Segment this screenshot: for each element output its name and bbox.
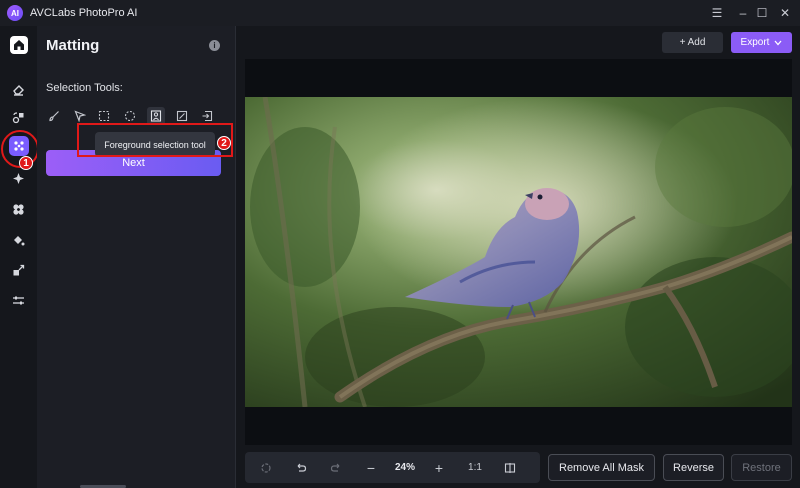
selection-tools-label: Selection Tools:	[46, 82, 123, 94]
tool-rail	[0, 26, 37, 488]
reset-icon[interactable]	[256, 452, 276, 483]
brush-icon[interactable]	[45, 107, 63, 125]
info-icon[interactable]: i	[209, 40, 220, 51]
annotation-rect-2	[77, 123, 233, 157]
home-icon[interactable]	[10, 36, 28, 54]
adjust-icon[interactable]	[9, 291, 27, 309]
chevron-down-icon	[774, 40, 782, 45]
bird-photo	[245, 97, 792, 407]
enhance-icon[interactable]	[9, 169, 27, 187]
zoom-level: 24%	[394, 462, 415, 473]
app-logo: AI	[7, 5, 23, 21]
eraser-icon[interactable]	[9, 80, 27, 98]
zoom-in-button[interactable]: +	[430, 452, 448, 483]
add-button[interactable]: + Add	[662, 32, 723, 53]
compare-icon[interactable]	[500, 452, 520, 483]
redo-icon[interactable]	[326, 452, 346, 483]
title-bar: AI AVCLabs PhotoPro AI ☰ – ☐ ✕	[0, 0, 800, 26]
matting-panel: Matting i Selection Tools: Next	[37, 26, 235, 488]
panel-divider	[235, 26, 236, 488]
photo-canvas[interactable]	[245, 97, 792, 407]
reverse-button[interactable]: Reverse	[663, 454, 724, 481]
annotation-badge-1: 1	[19, 156, 33, 170]
fill-icon[interactable]	[9, 231, 27, 249]
actual-size-button[interactable]: 1:1	[464, 452, 486, 483]
replace-icon[interactable]	[9, 108, 27, 126]
colorize-icon[interactable]	[9, 200, 27, 218]
restore-button[interactable]: Restore	[731, 454, 792, 481]
zoom-out-button[interactable]: −	[362, 452, 380, 483]
menu-icon[interactable]: ☰	[708, 4, 726, 22]
app-window: AI AVCLabs PhotoPro AI ☰ – ☐ ✕ 1 Matting…	[0, 0, 800, 488]
close-icon[interactable]: ✕	[776, 4, 794, 22]
minimize-icon[interactable]: –	[734, 4, 752, 22]
app-title: AVCLabs PhotoPro AI	[30, 7, 138, 19]
annotation-badge-2: 2	[217, 136, 231, 150]
export-label: Export	[740, 37, 770, 48]
crop-icon[interactable]	[9, 261, 27, 279]
export-button[interactable]: Export	[731, 32, 792, 53]
panel-title: Matting	[46, 37, 100, 54]
maximize-icon[interactable]: ☐	[753, 4, 771, 22]
undo-icon[interactable]	[291, 452, 311, 483]
remove-all-mask-button[interactable]: Remove All Mask	[548, 454, 655, 481]
